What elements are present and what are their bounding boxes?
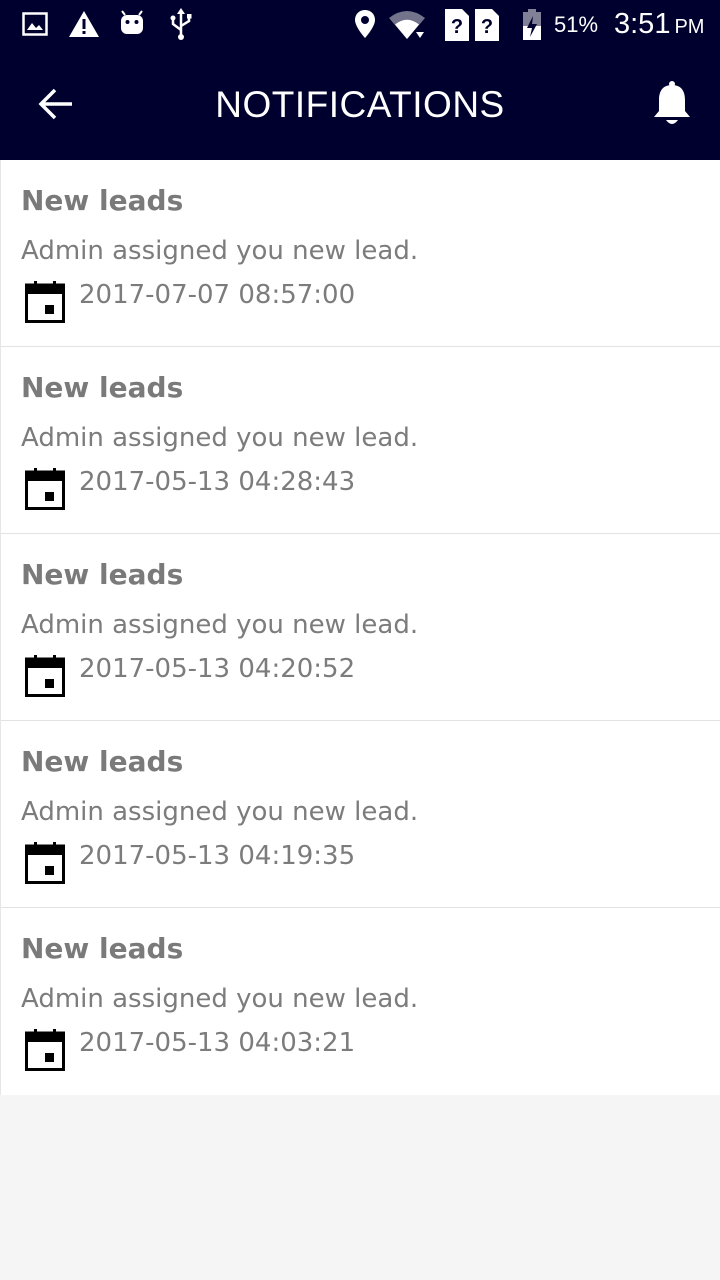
notification-title: New leads [21, 184, 184, 217]
bell-icon [654, 81, 690, 124]
notification-title: New leads [21, 558, 184, 591]
calendar-icon [25, 1029, 65, 1071]
notification-message: Admin assigned you new lead. [21, 797, 419, 827]
notification-date: 2017-07-07 08:57:00 [79, 280, 356, 310]
app-bar: NOTIFICATIONS [0, 50, 720, 160]
notification-message: Admin assigned you new lead. [21, 236, 419, 266]
battery-charging-icon [522, 9, 542, 46]
clock-time: 3:51 [614, 8, 671, 40]
notifications-list: New leads Admin assigned you new lead. 2… [0, 160, 720, 1095]
notification-date: 2017-05-13 04:20:52 [79, 654, 356, 684]
notification-item[interactable]: New leads Admin assigned you new lead. 2… [1, 721, 720, 908]
svg-text:?: ? [451, 16, 463, 38]
notification-title: New leads [21, 932, 184, 965]
location-icon [354, 9, 376, 44]
image-icon [22, 12, 48, 41]
notification-date: 2017-05-13 04:03:21 [79, 1028, 356, 1058]
android-icon [118, 10, 146, 41]
notification-item[interactable]: New leads Admin assigned you new lead. 2… [1, 347, 720, 534]
back-button[interactable] [28, 76, 84, 132]
svg-text:?: ? [481, 16, 493, 38]
notification-item[interactable]: New leads Admin assigned you new lead. 2… [1, 534, 720, 721]
clock: 3:51 PM [614, 8, 704, 41]
battery-percent: 51% [554, 12, 599, 37]
wifi-icon [388, 10, 426, 45]
notification-message: Admin assigned you new lead. [21, 423, 419, 453]
notification-item[interactable]: New leads Admin assigned you new lead. 2… [1, 160, 720, 347]
notification-title: New leads [21, 371, 184, 404]
notification-message: Admin assigned you new lead. [21, 984, 419, 1014]
status-bar: ? ? 51% 3:51 PM [0, 0, 720, 50]
usb-icon [168, 8, 194, 45]
page-title: NOTIFICATIONS [215, 84, 505, 125]
notification-message: Admin assigned you new lead. [21, 610, 419, 640]
notifications-bell-button[interactable] [644, 76, 700, 132]
calendar-icon [25, 468, 65, 510]
calendar-icon [25, 655, 65, 697]
notification-title: New leads [21, 745, 184, 778]
calendar-icon [25, 842, 65, 884]
sim-unknown-icon: ? [444, 8, 470, 47]
calendar-icon [25, 281, 65, 323]
warning-icon [68, 10, 100, 43]
arrow-back-icon [38, 88, 72, 120]
clock-ampm: PM [674, 16, 705, 38]
notification-date: 2017-05-13 04:28:43 [79, 467, 356, 497]
notification-date: 2017-05-13 04:19:35 [79, 841, 356, 871]
notification-item[interactable]: New leads Admin assigned you new lead. 2… [1, 908, 720, 1095]
sim-unknown-icon: ? [474, 8, 500, 47]
